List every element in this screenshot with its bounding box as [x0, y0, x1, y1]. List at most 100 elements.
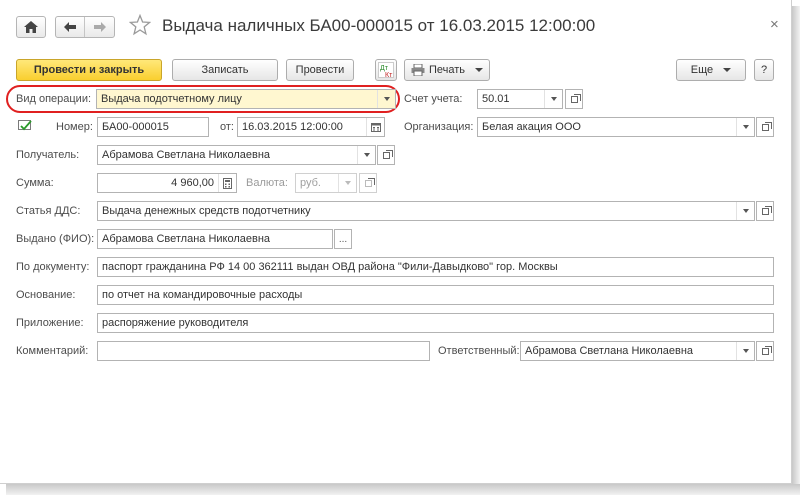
- responsible-open-button[interactable]: [756, 341, 774, 361]
- currency-value: руб.: [300, 177, 321, 189]
- forward-button[interactable]: [85, 17, 114, 37]
- issued-field[interactable]: Абрамова Светлана Николаевна: [97, 229, 333, 249]
- dt-kt-button[interactable]: Дт Кт: [375, 59, 397, 81]
- responsible-label: Ответственный:: [438, 345, 520, 357]
- chevron-down-icon: [344, 181, 351, 185]
- dt-kt-icon: Дт Кт: [378, 62, 394, 78]
- recipient-field[interactable]: Абрамова Светлана Николаевна: [97, 145, 376, 165]
- posted-status-icon: [18, 120, 32, 131]
- svg-text:Дт: Дт: [380, 65, 389, 72]
- chevron-down-icon: [742, 349, 749, 353]
- organization-value: Белая акация ООО: [482, 121, 581, 133]
- document-field[interactable]: паспорт гражданина РФ 14 00 362111 выдан…: [97, 257, 774, 277]
- responsible-value: Абрамова Светлана Николаевна: [525, 345, 694, 357]
- basis-field[interactable]: по отчет на командировочные расходы: [97, 285, 774, 305]
- star-icon: [128, 13, 152, 36]
- recipient-value: Абрамова Светлана Николаевна: [102, 149, 271, 161]
- currency-dropdown[interactable]: [338, 174, 356, 192]
- operation-dropdown[interactable]: [377, 90, 395, 108]
- arrow-right-icon: [93, 22, 106, 32]
- recipient-dropdown[interactable]: [357, 146, 375, 164]
- currency-open-button[interactable]: [359, 173, 377, 193]
- home-icon: [24, 21, 38, 33]
- post-button[interactable]: Провести: [286, 59, 354, 81]
- posted-status: [18, 120, 32, 135]
- attachment-label: Приложение:: [16, 317, 84, 329]
- calculator-icon: [223, 177, 232, 189]
- basis-label: Основание:: [16, 289, 76, 301]
- amount-field[interactable]: 4 960,00: [97, 173, 237, 193]
- open-icon: [761, 121, 772, 131]
- date-label: от:: [220, 121, 234, 133]
- recipient-open-button[interactable]: [377, 145, 395, 165]
- calculator-button[interactable]: [218, 174, 236, 192]
- chevron-down-icon: [742, 125, 749, 129]
- page-title: Выдача наличных БА00-000015 от 16.03.201…: [162, 16, 596, 35]
- amount-label: Сумма:: [16, 177, 54, 189]
- operation-select[interactable]: Выдача подотчетному лицу: [96, 89, 396, 109]
- save-button[interactable]: Записать: [172, 59, 278, 81]
- organization-label: Организация:: [404, 121, 474, 133]
- chevron-down-icon: [550, 97, 557, 101]
- document-label: По документу:: [16, 261, 90, 273]
- currency-label: Валюта:: [246, 177, 288, 189]
- dds-open-button[interactable]: [756, 201, 774, 221]
- printer-icon: [411, 64, 425, 76]
- organization-open-button[interactable]: [756, 117, 774, 137]
- chevron-down-icon: [363, 153, 370, 157]
- issued-select-button[interactable]: ...: [334, 229, 352, 249]
- amount-value: 4 960,00: [171, 177, 214, 189]
- comment-label: Комментарий:: [16, 345, 89, 357]
- comment-field[interactable]: [97, 341, 430, 361]
- chevron-down-icon: [475, 68, 484, 72]
- back-button[interactable]: [56, 17, 86, 37]
- home-button[interactable]: [16, 16, 46, 38]
- open-icon: [382, 149, 393, 159]
- number-field[interactable]: БА00-000015: [97, 117, 209, 137]
- print-button[interactable]: Печать: [404, 59, 490, 81]
- responsible-dropdown[interactable]: [736, 342, 754, 360]
- svg-text:Кт: Кт: [385, 72, 393, 78]
- document-window: Выдача наличных БА00-000015 от 16.03.201…: [0, 0, 792, 484]
- account-dropdown[interactable]: [544, 90, 562, 108]
- account-field[interactable]: 50.01: [477, 89, 563, 109]
- responsible-field[interactable]: Абрамова Светлана Николаевна: [520, 341, 755, 361]
- arrow-left-icon: [64, 22, 76, 32]
- dds-value: Выдача денежных средств подотчетнику: [102, 205, 311, 217]
- open-icon: [761, 205, 772, 215]
- open-icon: [364, 177, 375, 187]
- organization-field[interactable]: Белая акация ООО: [477, 117, 755, 137]
- window-shadow-bottom: [6, 484, 800, 495]
- help-button[interactable]: ?: [754, 59, 774, 81]
- post-and-close-button[interactable]: Провести и закрыть: [16, 59, 162, 81]
- operation-label: Вид операции:: [16, 93, 92, 105]
- account-value: 50.01: [482, 93, 510, 105]
- favorite-star[interactable]: [128, 13, 152, 38]
- issued-label: Выдано (ФИО):: [16, 233, 95, 245]
- date-field[interactable]: 16.03.2015 12:00:00: [237, 117, 385, 137]
- attachment-field[interactable]: распоряжение руководителя: [97, 313, 774, 333]
- account-label: Счет учета:: [404, 93, 463, 105]
- more-label: Еще: [690, 64, 714, 76]
- dds-dropdown[interactable]: [736, 202, 754, 220]
- open-icon: [570, 93, 581, 103]
- close-icon[interactable]: ×: [770, 16, 779, 33]
- back-forward-group: [55, 16, 115, 38]
- dds-field[interactable]: Выдача денежных средств подотчетнику: [97, 201, 755, 221]
- number-label: Номер:: [56, 121, 93, 133]
- calendar-icon: [370, 123, 381, 132]
- date-value: 16.03.2015 12:00:00: [242, 121, 343, 133]
- recipient-label: Получатель:: [16, 149, 80, 161]
- open-icon: [761, 345, 772, 355]
- calendar-button[interactable]: [366, 118, 384, 136]
- dds-label: Статья ДДС:: [16, 205, 81, 217]
- more-button[interactable]: Еще: [676, 59, 746, 81]
- chevron-down-icon: [742, 209, 749, 213]
- operation-value: Выдача подотчетному лицу: [101, 93, 242, 105]
- window-shadow-right: [792, 6, 800, 486]
- organization-dropdown[interactable]: [736, 118, 754, 136]
- currency-field[interactable]: руб.: [295, 173, 357, 193]
- account-open-button[interactable]: [565, 89, 583, 109]
- chevron-down-icon: [723, 68, 732, 72]
- chevron-down-icon: [383, 97, 390, 101]
